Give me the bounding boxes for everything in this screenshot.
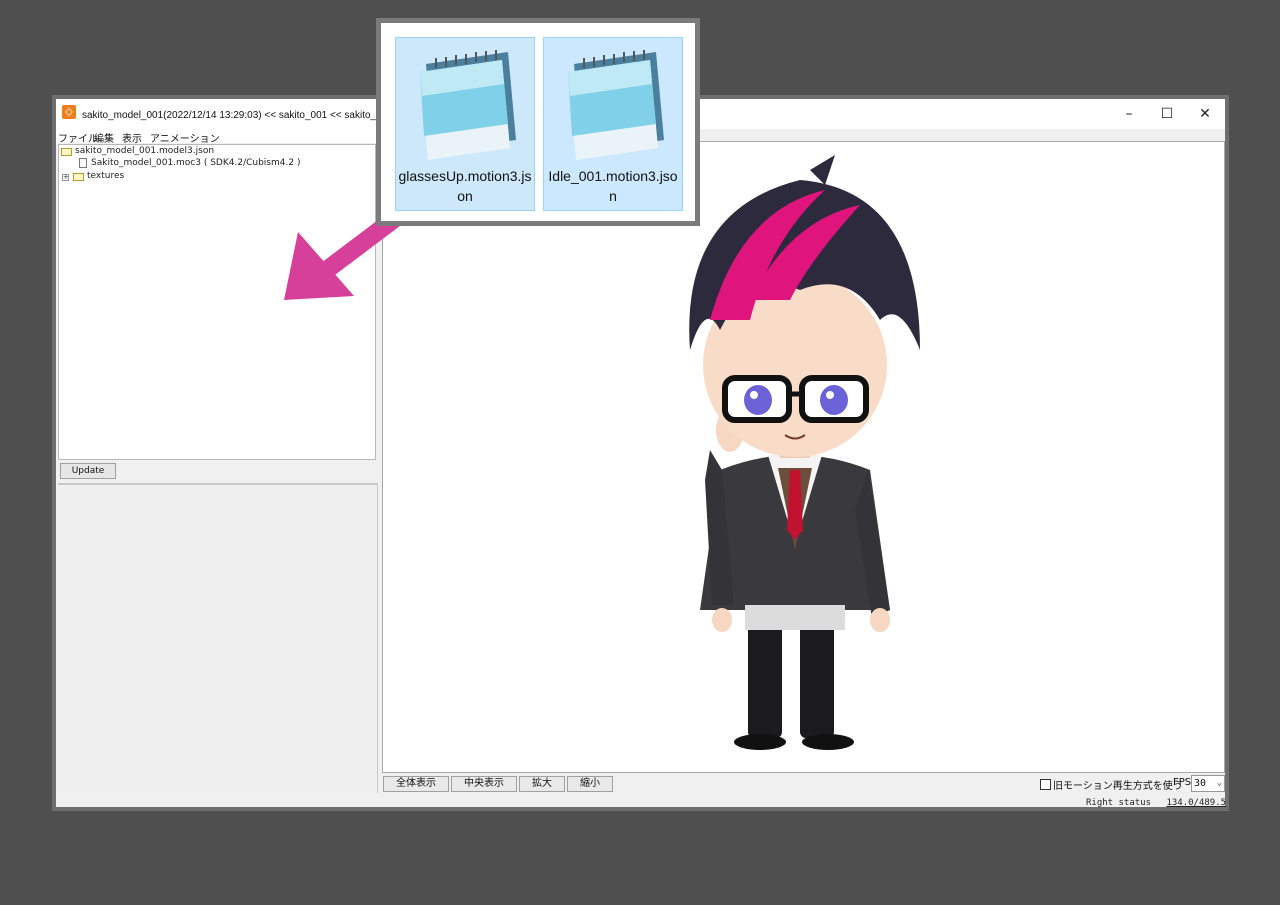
status-label: Right status	[1086, 798, 1152, 808]
properties-pane	[58, 483, 378, 793]
status-bar: Right status 134.0/489.5	[1086, 798, 1226, 808]
zoom-in-button[interactable]: 拡大	[519, 776, 565, 792]
fps-select[interactable]: 30 ⌄	[1191, 775, 1225, 792]
file-name: glassesUp.motion3.json	[398, 168, 532, 204]
update-button[interactable]: Update	[60, 463, 116, 479]
notepad-icon	[420, 50, 516, 160]
fit-all-button[interactable]: 全体表示	[383, 776, 449, 792]
menu-view[interactable]: 表示	[122, 130, 142, 145]
old-motion-option[interactable]: 旧モーション再生方式を使う	[1040, 777, 1183, 792]
file-name: Idle_001.motion3.json	[548, 168, 678, 204]
tree-item-moc3[interactable]: Sakito_model_001.moc3 ( SDK4.2/Cubism4.2…	[91, 158, 300, 168]
fps-label: FPS	[1173, 777, 1192, 788]
expand-icon[interactable]: +	[62, 174, 69, 181]
menu-file[interactable]: ファイル	[58, 130, 98, 145]
tree-item-textures[interactable]: textures	[87, 171, 124, 181]
close-button[interactable]: ✕	[1186, 99, 1224, 129]
tree-item-model3[interactable]: sakito_model_001.model3.json	[75, 146, 214, 156]
character-model	[689, 155, 920, 750]
fps-value: 30	[1194, 778, 1207, 789]
menu-edit[interactable]: 編集	[94, 130, 114, 145]
old-motion-label: 旧モーション再生方式を使う	[1053, 781, 1183, 792]
minimize-button[interactable]: –	[1110, 99, 1148, 129]
zoom-out-button[interactable]: 縮小	[567, 776, 613, 792]
status-coordinates: 134.0/489.5	[1166, 798, 1227, 808]
notepad-icon	[568, 50, 664, 160]
maximize-button[interactable]: ☐	[1148, 99, 1186, 129]
window-title: sakito_model_001(2022/12/14 13:29:03) <<…	[82, 110, 397, 121]
folder-icon	[61, 148, 72, 156]
app-icon	[62, 105, 76, 119]
menu-bar: ファイル 編集 表示 アニメーション	[56, 129, 378, 145]
file-icon	[79, 158, 87, 168]
dragged-files-panel: glassesUp.motion3.json Idle_001.motion3.…	[376, 18, 700, 226]
old-motion-checkbox[interactable]	[1040, 779, 1051, 790]
file-tile-idle[interactable]: Idle_001.motion3.json	[543, 37, 683, 211]
chevron-down-icon: ⌄	[1216, 778, 1222, 788]
menu-animation[interactable]: アニメーション	[150, 130, 220, 145]
file-tile-glassesup[interactable]: glassesUp.motion3.json	[395, 37, 535, 211]
center-view-button[interactable]: 中央表示	[451, 776, 517, 792]
folder-icon	[73, 173, 84, 181]
